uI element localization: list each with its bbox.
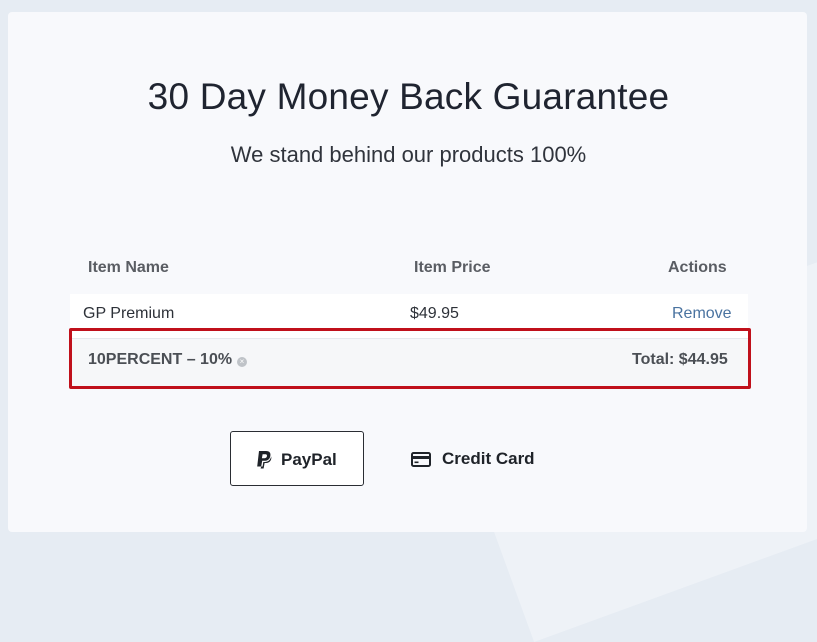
paypal-icon <box>257 451 272 469</box>
paypal-button[interactable]: PayPal <box>230 431 364 486</box>
remove-item-link[interactable]: Remove <box>672 305 732 323</box>
page-subtitle: We stand behind our products 100% <box>230 142 587 167</box>
column-header-item-name: Item Name <box>88 259 169 276</box>
credit-card-button[interactable]: Credit Card <box>408 431 558 486</box>
credit-card-label: Credit Card <box>442 449 535 468</box>
column-header-item-price: Item Price <box>414 259 491 276</box>
paypal-label: PayPal <box>281 450 337 469</box>
page-title: 30 Day Money Back Guarantee <box>147 76 670 117</box>
credit-card-icon <box>411 452 431 467</box>
column-header-actions: Actions <box>668 259 727 276</box>
item-name: GP Premium <box>83 305 175 322</box>
item-price: $49.95 <box>410 305 459 322</box>
highlight-annotation-box <box>69 328 751 389</box>
